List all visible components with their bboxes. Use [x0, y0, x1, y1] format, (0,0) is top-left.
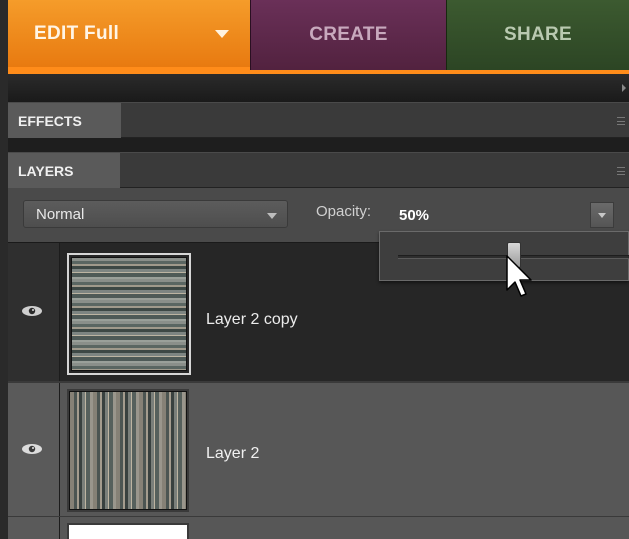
tab-share[interactable]: SHARE: [446, 0, 629, 70]
effects-panel-title: EFFECTS: [18, 112, 82, 129]
layers-panel-title: LAYERS: [18, 162, 74, 179]
layer-thumbnail[interactable]: [67, 523, 189, 539]
panel-divider: [8, 138, 629, 152]
blend-mode-value: Normal: [36, 205, 85, 223]
effects-panel-header[interactable]: EFFECTS: [8, 102, 629, 138]
layer-visibility-cell[interactable]: [8, 383, 60, 516]
blend-mode-dropdown[interactable]: Normal: [23, 200, 288, 228]
layer-name[interactable]: Layer 2 copy: [206, 311, 298, 329]
panel-menu-icon[interactable]: [617, 167, 625, 175]
layers-panel-tab[interactable]: LAYERS: [8, 153, 120, 188]
panel-menu-icon[interactable]: [617, 117, 625, 125]
expand-arrow-icon[interactable]: [622, 84, 626, 92]
photoshop-elements-panel: EDIT Full CREATE SHARE EFFECTS LAYERS No…: [0, 0, 629, 539]
mouse-pointer-icon: [506, 255, 532, 297]
opacity-label: Opacity:: [316, 203, 372, 220]
layer-thumbnail[interactable]: [67, 253, 191, 375]
layer-row-background[interactable]: [8, 516, 629, 539]
tab-create[interactable]: CREATE: [250, 0, 446, 70]
layer-row-layer-2[interactable]: Layer 2: [8, 381, 629, 516]
tab-edit-full-label: EDIT Full: [34, 22, 120, 44]
tab-create-label: CREATE: [309, 24, 388, 45]
workspace-tabs: EDIT Full CREATE SHARE: [8, 0, 629, 70]
eye-icon[interactable]: [21, 305, 43, 317]
tab-share-label: SHARE: [503, 24, 572, 45]
tab-edit-full[interactable]: EDIT Full: [8, 0, 250, 70]
layer-thumbnail-image: [71, 257, 187, 371]
eye-icon[interactable]: [21, 443, 43, 455]
layer-visibility-cell[interactable]: [8, 243, 60, 381]
panel-bin-toolbar: [8, 74, 629, 102]
opacity-value: 50%: [399, 206, 430, 224]
opacity-slider-toggle-button[interactable]: [590, 202, 614, 228]
effects-panel-tab[interactable]: EFFECTS: [8, 103, 121, 138]
layer-visibility-cell[interactable]: [8, 517, 60, 539]
layers-panel-header[interactable]: LAYERS: [8, 152, 629, 188]
chevron-down-icon: [267, 213, 277, 219]
opacity-slider-popup: [379, 231, 629, 281]
opacity-input[interactable]: 50%: [394, 202, 619, 228]
layer-name[interactable]: Layer 2: [206, 445, 259, 463]
chevron-down-icon[interactable]: [215, 30, 229, 38]
layer-thumbnail-image: [69, 391, 187, 510]
layer-thumbnail[interactable]: [67, 389, 189, 512]
